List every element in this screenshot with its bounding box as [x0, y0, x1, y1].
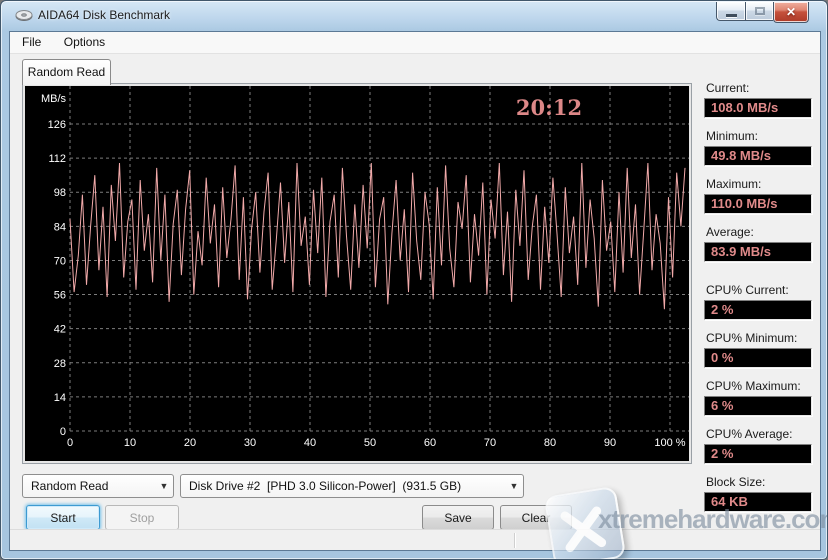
- status-bar-divider: [514, 533, 515, 548]
- tab-random-read[interactable]: Random Read: [22, 59, 111, 85]
- benchmark-type-value: Random Read: [31, 479, 109, 493]
- window-controls: ✕: [716, 2, 809, 23]
- y-axis-tick-label: 112: [48, 153, 66, 165]
- stat-label: CPU% Minimum:: [706, 331, 798, 345]
- stat-label: CPU% Average:: [706, 427, 793, 441]
- x-axis-tick-label: 10: [124, 437, 136, 449]
- benchmark-chart: 0 10 20 30 40 50 60 70 80 90 100 % 126 112 98 84 70 56 42…: [25, 86, 689, 461]
- stat-value: 110.0 MB/s: [704, 194, 812, 214]
- stat-value: 83.9 MB/s: [704, 242, 812, 262]
- menu-bar: File Options: [10, 32, 820, 54]
- stat-cpu-maximum: CPU% Maximum: 6 %: [704, 379, 814, 416]
- clear-button[interactable]: Clear: [500, 505, 572, 530]
- y-axis-tick-label: 98: [54, 187, 66, 199]
- stat-value: 0 %: [704, 348, 812, 368]
- data-series-line: [69, 162, 686, 310]
- maximize-icon: [754, 7, 765, 15]
- stat-label: Current:: [706, 81, 750, 95]
- stat-maximum: Maximum: 110.0 MB/s: [704, 177, 814, 214]
- close-button[interactable]: ✕: [773, 2, 809, 23]
- x-axis-tick-label: 90: [604, 437, 616, 449]
- y-axis-tick-label: 70: [54, 255, 66, 267]
- save-button[interactable]: Save: [422, 505, 494, 530]
- x-axis-tick-label: 80: [544, 437, 556, 449]
- y-axis-tick-label: 56: [54, 290, 66, 302]
- disk-drive-value: Disk Drive #2 [PHD 3.0 Silicon-Power] (9…: [189, 479, 462, 493]
- start-button[interactable]: Start: [26, 505, 100, 530]
- stat-label: CPU% Current:: [706, 283, 789, 297]
- window-title: AIDA64 Disk Benchmark: [38, 8, 171, 22]
- stop-button: Stop: [105, 505, 179, 530]
- stat-current: Current: 108.0 MB/s: [704, 81, 814, 118]
- y-axis-tick-label: 0: [60, 426, 66, 438]
- x-axis-tick-label: 70: [484, 437, 496, 449]
- x-axis-tick-label: 60: [424, 437, 436, 449]
- maximize-button[interactable]: [745, 2, 773, 21]
- stat-cpu-current: CPU% Current: 2 %: [704, 283, 814, 320]
- chevron-down-icon: ▼: [159, 481, 169, 491]
- client-area: File Options Random Read 0 10 20 30 40 50 60 70…: [9, 31, 821, 551]
- y-axis-unit-label: MB/s: [41, 93, 67, 105]
- status-bar: [10, 529, 820, 550]
- tab-label: Random Read: [27, 65, 106, 79]
- y-axis-tick-label: 14: [54, 392, 66, 404]
- stat-cpu-average: CPU% Average: 2 %: [704, 427, 814, 464]
- disk-icon: [15, 9, 33, 23]
- minimize-button[interactable]: [716, 2, 745, 21]
- x-axis-tick-label: 20: [184, 437, 196, 449]
- app-window: AIDA64 Disk Benchmark ✕ File Options Ran…: [0, 0, 828, 560]
- stat-value: 108.0 MB/s: [704, 98, 812, 118]
- stat-block-size: Block Size: 64 KB: [704, 475, 814, 512]
- y-axis-tick-label: 28: [54, 358, 66, 370]
- stat-cpu-minimum: CPU% Minimum: 0 %: [704, 331, 814, 368]
- chart-panel: 0 10 20 30 40 50 60 70 80 90 100 % 126 112 98 84 70 56 42…: [22, 83, 692, 464]
- stat-label: Average:: [706, 225, 754, 239]
- stat-label: Block Size:: [706, 475, 766, 489]
- stat-label: Minimum:: [706, 129, 759, 143]
- minimize-icon: [725, 13, 737, 17]
- stat-value: 2 %: [704, 444, 812, 464]
- x-axis-tick-label: 30: [244, 437, 256, 449]
- benchmark-type-select[interactable]: Random Read ▼: [22, 474, 174, 498]
- stat-average: Average: 83.9 MB/s: [704, 225, 814, 262]
- title-bar[interactable]: AIDA64 Disk Benchmark ✕: [1, 1, 827, 31]
- stat-value: 6 %: [704, 396, 812, 416]
- close-icon: ✕: [785, 5, 797, 19]
- x-axis-tick-label: 40: [304, 437, 316, 449]
- x-axis-tick-label: 50: [364, 437, 376, 449]
- stat-label: Maximum:: [706, 177, 762, 191]
- y-axis-tick-label: 42: [54, 324, 66, 336]
- y-axis-tick-label: 84: [54, 221, 66, 233]
- stat-minimum: Minimum: 49.8 MB/s: [704, 129, 814, 166]
- stat-value: 64 KB: [704, 492, 812, 512]
- chevron-down-icon: ▼: [509, 481, 519, 491]
- y-axis-tick-label: 126: [48, 119, 66, 131]
- time-annotation: 20:12: [516, 95, 582, 120]
- stat-label: CPU% Maximum:: [706, 379, 801, 393]
- disk-drive-select[interactable]: Disk Drive #2 [PHD 3.0 Silicon-Power] (9…: [180, 474, 524, 498]
- stat-value: 49.8 MB/s: [704, 146, 812, 166]
- x-axis-tick-label: 100 %: [654, 437, 685, 449]
- menu-options[interactable]: Options: [55, 32, 114, 54]
- stat-value: 2 %: [704, 300, 812, 320]
- menu-file[interactable]: File: [13, 32, 50, 54]
- x-axis-tick-label: 0: [67, 437, 73, 449]
